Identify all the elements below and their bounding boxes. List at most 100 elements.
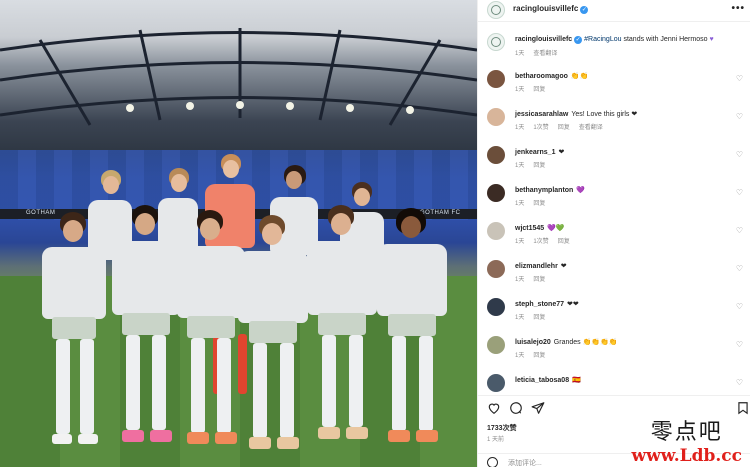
account-avatar[interactable] <box>487 1 505 19</box>
add-comment-input[interactable]: 添加评论... <box>508 458 542 467</box>
comment-text: luisalejo20 Grandes 👏👏👏👏 <box>515 338 617 346</box>
comment-text: leticia_tabosa08 🇪🇸 <box>515 376 581 384</box>
comment-reply[interactable]: 回复 <box>533 201 545 207</box>
post-caption: racinglouisvillefc ✓ #RacingLou stands wi… <box>487 33 745 59</box>
account-username[interactable]: racinglouisvillefc ✓ <box>513 4 589 14</box>
post-photo[interactable]: GOTHAM GOTHAM FC <box>0 0 477 467</box>
comment-reply[interactable]: 回复 <box>533 277 545 283</box>
comment-body: ❤ <box>560 263 567 270</box>
comment-meta: 1天 1次赞 回复 <box>515 236 579 245</box>
comment-reply[interactable]: 回复 <box>533 315 545 321</box>
commenter-avatar[interactable] <box>487 146 505 164</box>
comment-like-icon[interactable]: ♡ <box>735 340 744 349</box>
post-detail-panel: racinglouisvillefc ✓ ••• racinglouisville… <box>477 0 750 467</box>
commenter-avatar[interactable] <box>487 336 505 354</box>
comment-reply[interactable]: 回复 <box>558 239 570 245</box>
comment-text: jenkearns_1 ❤ <box>515 148 564 156</box>
comment-like-icon[interactable]: ♡ <box>735 74 744 83</box>
comment-text: betharoomagoo 👏👏 <box>515 72 588 80</box>
commenter-username[interactable]: bethanymplanton <box>515 187 573 194</box>
comment-translate[interactable]: 查看翻译 <box>579 125 603 131</box>
caption-time[interactable]: 1天 <box>515 51 524 57</box>
commenter-username[interactable]: leticia_tabosa08 <box>515 377 569 384</box>
emoji-icon[interactable] <box>487 457 498 467</box>
caption-meta: 1天 查看翻译 <box>515 48 566 57</box>
comment-time[interactable]: 1天 <box>515 87 524 93</box>
commenter-username[interactable]: betharoomagoo <box>515 73 568 80</box>
comment-like-icon[interactable]: ♡ <box>735 150 744 159</box>
commenter-username[interactable]: wjct1545 <box>515 225 544 232</box>
comment-reply[interactable]: 回复 <box>533 353 545 359</box>
comment-time[interactable]: 1天 <box>515 315 524 321</box>
comment-item: bethanymplanton 💜 1天 回复 ♡ <box>487 184 745 212</box>
commenter-username[interactable]: steph_stone77 <box>515 301 564 308</box>
comment-meta: 1天 回复 <box>515 84 554 93</box>
comment-body: Yes! Love this girls ❤ <box>571 111 638 118</box>
caption-translate[interactable]: 查看翻译 <box>533 51 557 57</box>
commenter-avatar[interactable] <box>487 298 505 316</box>
comment-item: jenkearns_1 ❤ 1天 回复 ♡ <box>487 146 745 174</box>
player <box>305 205 379 455</box>
comment-meta: 1天 回复 <box>515 312 554 321</box>
commenter-username[interactable]: jenkearns_1 <box>515 149 555 156</box>
more-options-icon[interactable]: ••• <box>731 3 745 14</box>
comment-likes[interactable]: 1次赞 <box>533 239 548 245</box>
player <box>38 212 110 462</box>
verified-badge-icon: ✓ <box>574 36 583 44</box>
commenter-avatar[interactable] <box>487 184 505 202</box>
commenter-username[interactable]: luisalejo20 <box>515 339 551 346</box>
comment-meta: 1天 回复 <box>515 160 554 169</box>
comment-reply[interactable]: 回复 <box>533 163 545 169</box>
comment-body: 👏👏 <box>570 73 589 80</box>
comment-meta: 1天 回复 <box>515 274 554 283</box>
caption-username[interactable]: racinglouisvillefc <box>515 36 572 43</box>
comment-item: steph_stone77 ❤❤ 1天 回复 ♡ <box>487 298 745 326</box>
comment-time[interactable]: 1天 <box>515 201 524 207</box>
comment-text: steph_stone77 ❤❤ <box>515 300 579 308</box>
comment-like-icon[interactable]: ♡ <box>735 264 744 273</box>
watermark-chinese: 零点吧 <box>650 420 723 445</box>
comment-reply[interactable]: 回复 <box>558 125 570 131</box>
comment-time[interactable]: 1天 <box>515 125 524 131</box>
share-icon[interactable] <box>531 401 545 415</box>
comment-time[interactable]: 1天 <box>515 353 524 359</box>
player <box>375 208 449 458</box>
comment-like-icon[interactable]: ♡ <box>735 302 744 311</box>
comment-likes[interactable]: 1次赞 <box>533 125 548 131</box>
comment-item: luisalejo20 Grandes 👏👏👏👏 1天 回复 ♡ <box>487 336 745 364</box>
comment-like-icon[interactable]: ♡ <box>735 378 744 387</box>
comment-text: bethanymplanton 💜 <box>515 186 585 194</box>
commenter-avatar[interactable] <box>487 108 505 126</box>
comment-icon[interactable] <box>509 401 523 415</box>
comment-text: elizmandlehr ❤ <box>515 262 567 270</box>
comment-like-icon[interactable]: ♡ <box>735 188 744 197</box>
bookmark-icon[interactable] <box>736 401 750 415</box>
comment-time[interactable]: 1天 <box>515 163 524 169</box>
commenter-avatar[interactable] <box>487 70 505 88</box>
verified-badge-icon: ✓ <box>580 6 589 14</box>
comment-time[interactable]: 1天 <box>515 277 524 283</box>
comment-body: ❤❤ <box>567 301 579 308</box>
heart-icon[interactable] <box>487 401 501 415</box>
comment-like-icon[interactable]: ♡ <box>735 226 744 235</box>
comment-meta: 1天 回复 <box>515 198 554 207</box>
commenter-avatar[interactable] <box>487 374 505 392</box>
comment-time[interactable]: 1天 <box>515 239 524 245</box>
account-username-text[interactable]: racinglouisvillefc <box>513 4 578 13</box>
caption-hashtag[interactable]: #RacingLou <box>584 36 621 43</box>
comment-reply[interactable]: 回复 <box>533 87 545 93</box>
comment-item: wjct1545 💜💚 1天 1次赞 回复 ♡ <box>487 222 745 250</box>
caption-avatar[interactable] <box>487 33 505 51</box>
commenter-username[interactable]: elizmandlehr <box>515 263 558 270</box>
comment-body: 🇪🇸 <box>572 377 581 384</box>
post-time: 1 天前 <box>487 437 505 443</box>
watermark: 零点吧 www.Ldb.cc <box>632 414 742 466</box>
comment-body: 💜💚 <box>547 225 565 232</box>
commenter-avatar[interactable] <box>487 260 505 278</box>
likes-count[interactable]: 1733次赞 <box>487 423 517 433</box>
comment-like-icon[interactable]: ♡ <box>735 112 744 121</box>
commenter-avatar[interactable] <box>487 222 505 240</box>
comment-text: jessicasarahlaw Yes! Love this girls ❤ <box>515 110 637 118</box>
commenter-username[interactable]: jessicasarahlaw <box>515 111 568 118</box>
comment-body: ❤ <box>558 149 565 156</box>
